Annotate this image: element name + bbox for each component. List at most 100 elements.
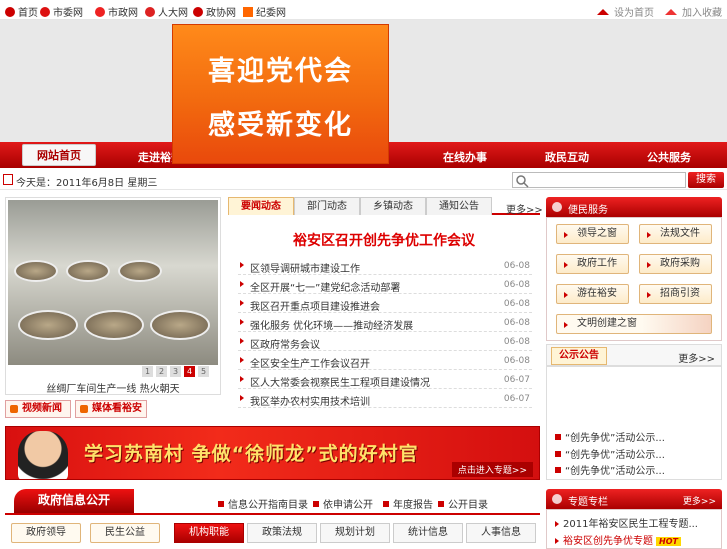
top-link-gov[interactable]: 市政网: [95, 4, 138, 19]
news-item-title: 区人大常委会视察民生工程项目建设情况: [250, 378, 430, 389]
arrow-icon: [564, 232, 568, 238]
top-link-label: 加入收藏: [682, 8, 722, 19]
add-favorite-link[interactable]: 加入收藏: [665, 4, 722, 19]
nav-item-home[interactable]: 网站首页: [22, 144, 96, 166]
news-item-date: 06-08: [503, 280, 530, 290]
service-procurement[interactable]: 政府采购: [639, 254, 712, 274]
media-button[interactable]: 媒体看裕安: [75, 400, 147, 418]
service-label: 游在裕安: [577, 288, 617, 299]
date-text: 今天是：2011年6月8日 星期三: [16, 178, 158, 189]
arrow-icon: [240, 338, 244, 344]
search-input[interactable]: [512, 172, 686, 188]
slide-page-3[interactable]: 3: [170, 366, 181, 377]
special-icon: [552, 494, 562, 504]
special-link-1[interactable]: 2011年裕安区民生工程专题...: [555, 515, 698, 530]
arrow-icon: [240, 300, 244, 306]
top-link-home[interactable]: 首页: [5, 4, 38, 19]
bullet-icon: [555, 434, 561, 440]
service-label: 法规文件: [660, 228, 700, 239]
banner-line-1: 喜迎党代会: [208, 56, 353, 87]
news-photo[interactable]: [8, 200, 218, 365]
news-item-title: 区政府常务会议: [250, 340, 320, 351]
news-item[interactable]: 全区安全生产工作会议召开 06-08: [238, 352, 532, 370]
slide-page-5[interactable]: 5: [198, 366, 209, 377]
set-homepage-link[interactable]: 设为首页: [597, 4, 654, 19]
tab-towns[interactable]: 乡镇动态: [360, 197, 426, 215]
video-icon: [10, 405, 18, 413]
tab-statistics[interactable]: 统计信息: [393, 523, 463, 543]
slide-page-2[interactable]: 2: [156, 366, 167, 377]
news-item-title: 我区举办农村实用技术培训: [250, 397, 370, 408]
news-item-title: 全区安全生产工作会议召开: [250, 359, 370, 370]
gov-link-report[interactable]: 年度报告: [383, 496, 433, 511]
tab-personnel[interactable]: 人事信息: [466, 523, 536, 543]
arrow-icon: [564, 322, 568, 328]
nav-item-services[interactable]: 在线办事: [443, 149, 487, 165]
gov-link-request[interactable]: 依申请公开: [313, 496, 373, 511]
gov-link-label: 依申请公开: [323, 500, 373, 511]
notice-link-1[interactable]: “创先争优”活动公示...: [555, 429, 665, 444]
tab-headlines[interactable]: 要闻动态: [228, 197, 294, 215]
top-link-label: 市政网: [108, 8, 138, 19]
tab-notice[interactable]: 公示公告: [551, 347, 607, 365]
service-leaders[interactable]: 领导之窗: [556, 224, 629, 244]
news-item-title: 区领导调研城市建设工作: [250, 264, 360, 275]
tab-gov-leaders[interactable]: 政府领导: [11, 523, 81, 543]
photo-caption[interactable]: 丝绸厂车间生产一线 热火朝天: [6, 380, 220, 395]
promo-link[interactable]: 点击进入专题>>: [451, 462, 533, 477]
video-news-button[interactable]: 视频新闻: [5, 400, 71, 418]
top-link-party[interactable]: 市委网: [40, 4, 83, 19]
notice-more-link[interactable]: 更多>>: [678, 350, 715, 365]
news-item[interactable]: 强化服务 优化环境——推动经济发展 06-08: [238, 314, 532, 332]
gov-info-title: 政府信息公开: [14, 489, 134, 513]
notice-link-2[interactable]: “创先争优”活动公示...: [555, 446, 665, 461]
tab-notices[interactable]: 通知公告: [426, 197, 492, 215]
special-more-link[interactable]: 更多>>: [683, 494, 716, 507]
arrow-icon: [564, 262, 568, 268]
news-item[interactable]: 区政府常务会议 06-08: [238, 333, 532, 351]
news-item[interactable]: 我区召开重点项目建设推进会 06-08: [238, 295, 532, 313]
video-news-label: 视频新闻: [22, 403, 62, 414]
tab-departments[interactable]: 部门动态: [294, 197, 360, 215]
service-tourism[interactable]: 游在裕安: [556, 284, 629, 304]
emblem-icon: [145, 7, 155, 17]
tab-planning[interactable]: 规划计划: [320, 523, 390, 543]
news-item-date: 06-08: [503, 261, 530, 271]
nav-item-interaction[interactable]: 政民互动: [545, 149, 589, 165]
arrow-icon: [555, 521, 559, 527]
banner-ad[interactable]: 喜迎党代会 感受新变化: [172, 24, 389, 164]
gov-link-label: 年度报告: [393, 500, 433, 511]
top-link-label: 纪委网: [256, 8, 286, 19]
promo-banner[interactable]: 学习苏南村 争做“徐师龙”式的好村官 点击进入专题>>: [5, 426, 540, 480]
tab-agencies[interactable]: 机构职能: [174, 523, 244, 543]
news-item[interactable]: 全区开展“七一”建党纪念活动部署 06-08: [238, 276, 532, 294]
search-button[interactable]: 搜索: [688, 172, 724, 188]
service-investment[interactable]: 招商引资: [639, 284, 712, 304]
news-item[interactable]: 区人大常委会视察民生工程项目建设情况 06-07: [238, 371, 532, 389]
slide-page-4[interactable]: 4: [184, 366, 195, 377]
top-link-npc[interactable]: 人大网: [145, 4, 188, 19]
photo-slideshow: 1 2 3 4 5 丝绸厂车间生产一线 热火朝天: [5, 197, 221, 395]
news-item-title: 强化服务 优化环境——推动经济发展: [250, 321, 414, 332]
gov-link-catalog[interactable]: 公开目录: [438, 496, 488, 511]
media-icon: [80, 405, 88, 413]
service-gov-work[interactable]: 政府工作: [556, 254, 629, 274]
news-item[interactable]: 区领导调研城市建设工作 06-08: [238, 257, 532, 275]
news-headline[interactable]: 裕安区召开创先争优工作会议: [228, 230, 540, 250]
news-item[interactable]: 我区举办农村实用技术培训 06-07: [238, 390, 532, 408]
top-link-cppcc[interactable]: 政协网: [193, 4, 236, 19]
special-link-label: 2011年裕安区民生工程专题...: [563, 519, 698, 530]
service-civilization[interactable]: 文明创建之窗: [556, 314, 712, 334]
gov-link-guide[interactable]: 信息公开指南目录: [218, 496, 308, 511]
top-link-discipline[interactable]: 纪委网: [243, 4, 286, 19]
notice-link-3[interactable]: “创先争优”活动公示...: [555, 462, 665, 477]
tab-welfare[interactable]: 民生公益: [90, 523, 160, 543]
news-item-title: 全区开展“七一”建党纪念活动部署: [250, 283, 401, 294]
slide-page-1[interactable]: 1: [142, 366, 153, 377]
nav-item-public[interactable]: 公共服务: [647, 149, 691, 165]
tab-policies[interactable]: 政策法规: [247, 523, 317, 543]
arrow-icon: [564, 292, 568, 298]
service-laws[interactable]: 法规文件: [639, 224, 712, 244]
service-icon: [552, 202, 562, 212]
news-more-link[interactable]: 更多>>: [506, 201, 543, 216]
